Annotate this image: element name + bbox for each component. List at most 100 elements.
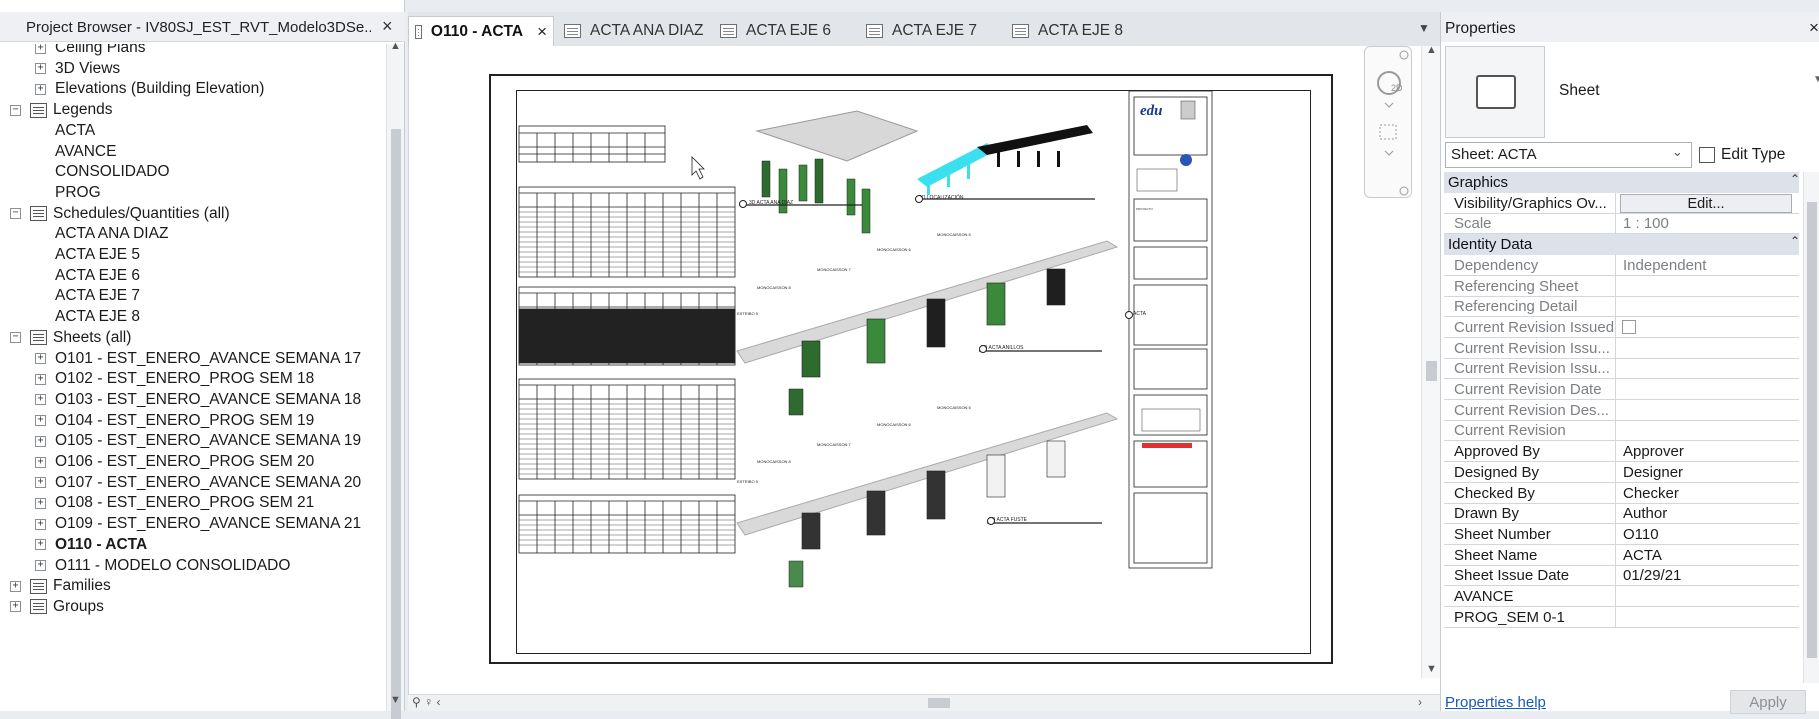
expand-icon[interactable]: +	[35, 477, 46, 489]
collapse-icon[interactable]: −	[10, 208, 21, 220]
property-name: Referencing Sheet	[1444, 275, 1616, 297]
property-value[interactable]: O110	[1618, 524, 1799, 545]
expand-icon[interactable]: +	[35, 353, 46, 364]
expand-icon[interactable]: +	[35, 83, 46, 95]
tree-item-label: O105 - EST_ENERO_AVANCE SEMANA 19	[55, 432, 362, 450]
expand-icon[interactable]: +	[10, 601, 21, 613]
scroll-down-icon[interactable]: ▼	[390, 694, 401, 706]
tab-acta-eje-6[interactable]: ACTA EJE 6	[714, 16, 831, 46]
view-3d-acta-ana-diaz[interactable]	[755, 110, 919, 234]
type-selector-name[interactable]: Sheet	[1559, 82, 1600, 100]
tab-acta-eje-8[interactable]: ACTA EJE 8	[1006, 16, 1123, 46]
tree-item-label: O110 - ACTA	[55, 535, 148, 553]
expand-icon[interactable]: +	[35, 373, 46, 385]
expand-icon[interactable]: +	[35, 497, 46, 509]
apply-button[interactable]: Apply	[1730, 690, 1806, 714]
properties-help-link[interactable]: Properties help	[1445, 694, 1546, 711]
collapse-icon[interactable]: ⌃	[1790, 172, 1799, 186]
properties-scrollbar[interactable]	[1803, 172, 1819, 683]
scrollbar-thumb[interactable]	[1807, 202, 1817, 658]
tab-label: ACTA EJE 6	[746, 22, 831, 39]
tabs-menu-icon[interactable]: ▼	[1418, 21, 1430, 35]
property-value[interactable]: Author	[1618, 503, 1799, 524]
collapse-icon[interactable]: −	[10, 332, 21, 344]
tab-label: ACTA EJE 8	[1038, 22, 1123, 39]
tree-item-label: Elevations (Building Elevation)	[55, 80, 265, 98]
canvas-horizontal-scrollbar[interactable]: ⚲ ♀ ‹ ›	[408, 694, 1440, 711]
tree-item-label: O111 - MODELO CONSOLIDADO	[55, 556, 291, 574]
scroll-up-icon[interactable]: ▲	[390, 40, 401, 52]
expand-icon[interactable]: +	[35, 435, 46, 447]
property-value[interactable]: Approver	[1618, 441, 1799, 462]
collapse-icon[interactable]: ⌃	[1790, 234, 1799, 248]
property-group-name: Identity Data	[1448, 236, 1533, 254]
property-value[interactable]: Checker	[1618, 483, 1799, 504]
property-name: Designed By	[1444, 461, 1616, 483]
property-group-header[interactable]: Identity Data ⌃	[1444, 234, 1799, 256]
property-group-header[interactable]: Graphics ⌃	[1444, 172, 1799, 193]
expand-icon[interactable]: +	[35, 456, 46, 468]
chevron-down-icon[interactable]: ▼	[1813, 74, 1819, 85]
expand-icon[interactable]: +	[35, 44, 46, 54]
expand-icon[interactable]: +	[35, 415, 46, 427]
project-browser-header: Project Browser - IV80SJ_EST_RVT_Modelo3…	[0, 12, 405, 42]
scrollbar-thumb[interactable]	[391, 129, 401, 719]
view-3d-localizacion[interactable]	[917, 125, 1093, 195]
view-control-icon[interactable]: ⚲ ♀ ‹	[412, 695, 440, 709]
expand-icon[interactable]: +	[35, 539, 46, 551]
canvas-vertical-scrollbar[interactable]: ▲ ▼	[1421, 44, 1441, 678]
navigation-wheel-icon[interactable]: 2D	[1365, 47, 1413, 199]
project-browser: Project Browser - IV80SJ_EST_RVT_Modelo3…	[0, 0, 405, 719]
view-3d-acta-anillos[interactable]	[736, 240, 1119, 416]
scroll-right-icon[interactable]: ›	[1418, 695, 1422, 709]
expand-icon[interactable]: +	[10, 580, 21, 592]
expand-icon[interactable]: +	[35, 518, 46, 530]
project-browser-scrollbar[interactable]: ▲ ▼	[386, 40, 404, 719]
caisson-callout: MONOCAISSON 5	[937, 405, 972, 410]
tree-item-label: O104 - EST_ENERO_PROG SEM 19	[55, 411, 315, 429]
groups-icon	[30, 599, 47, 615]
view-3d-acta-fuste[interactable]	[736, 412, 1119, 588]
caisson-callout: MONOCAISSON 7	[817, 442, 852, 447]
view-title-marker	[915, 195, 923, 203]
scroll-up-icon[interactable]: ▲	[1426, 44, 1437, 56]
property-row: Designed By Designer	[1444, 461, 1799, 483]
expand-icon[interactable]: +	[35, 63, 46, 75]
property-value[interactable]: ACTA	[1618, 545, 1799, 566]
tree-item-label: Sheets (all)	[53, 328, 132, 346]
chevron-down-icon[interactable]: ⌄	[1672, 144, 1683, 160]
tree-item[interactable]: + Groups	[10, 595, 104, 619]
property-row: Sheet Name ACTA	[1444, 544, 1799, 566]
close-icon[interactable]: ×	[537, 22, 547, 42]
collapse-icon[interactable]: −	[10, 104, 21, 116]
titleblock-logo-frame	[1136, 168, 1178, 192]
edit-type-button[interactable]: Edit Type	[1699, 142, 1785, 168]
tab-acta-ana-diaz[interactable]: ACTA ANA DIAZ	[558, 16, 703, 46]
property-row: Current Revision	[1444, 420, 1799, 442]
caisson-callout: ESTRIBO 5	[737, 479, 759, 484]
scrollbar-thumb[interactable]	[1426, 361, 1437, 381]
scroll-down-icon[interactable]: ▼	[1426, 663, 1437, 675]
property-row: Dependency Independent	[1444, 254, 1799, 276]
property-value[interactable]: 01/29/21	[1618, 565, 1799, 586]
mouse-cursor-icon	[691, 156, 705, 180]
scrollbar-thumb[interactable]	[928, 698, 950, 708]
edit-visibility-button[interactable]: Edit...	[1620, 193, 1792, 213]
close-icon[interactable]: ×	[382, 16, 393, 37]
property-value[interactable]	[1618, 607, 1799, 628]
caisson-callout: MONOCAISSON 5	[937, 232, 972, 237]
drawing-canvas[interactable]: edu PROYECTO 3D ACTA ANA DIAZ 3D LOCALIZA…	[408, 44, 1441, 696]
property-value[interactable]: Designer	[1618, 462, 1799, 483]
property-value[interactable]	[1618, 586, 1799, 607]
tab-o110-acta[interactable]: O110 - ACTA ×	[408, 16, 554, 46]
expand-icon[interactable]: +	[35, 560, 46, 571]
svg-text:2D: 2D	[1391, 83, 1403, 93]
instance-filter-dropdown[interactable]: Sheet: ACTA ⌄	[1445, 142, 1692, 168]
sheet-border: edu PROYECTO 3D ACTA ANA DIAZ 3D LOCALIZA…	[489, 74, 1333, 664]
expand-icon[interactable]: +	[35, 394, 46, 406]
tree-item-label: 3D Views	[55, 59, 121, 77]
navigation-bar[interactable]: 2D	[1364, 46, 1412, 198]
tab-acta-eje-7[interactable]: ACTA EJE 7	[860, 16, 977, 46]
caisson-callout: MONOCAISSON 6	[877, 422, 912, 427]
close-icon[interactable]: ×	[1809, 18, 1819, 38]
